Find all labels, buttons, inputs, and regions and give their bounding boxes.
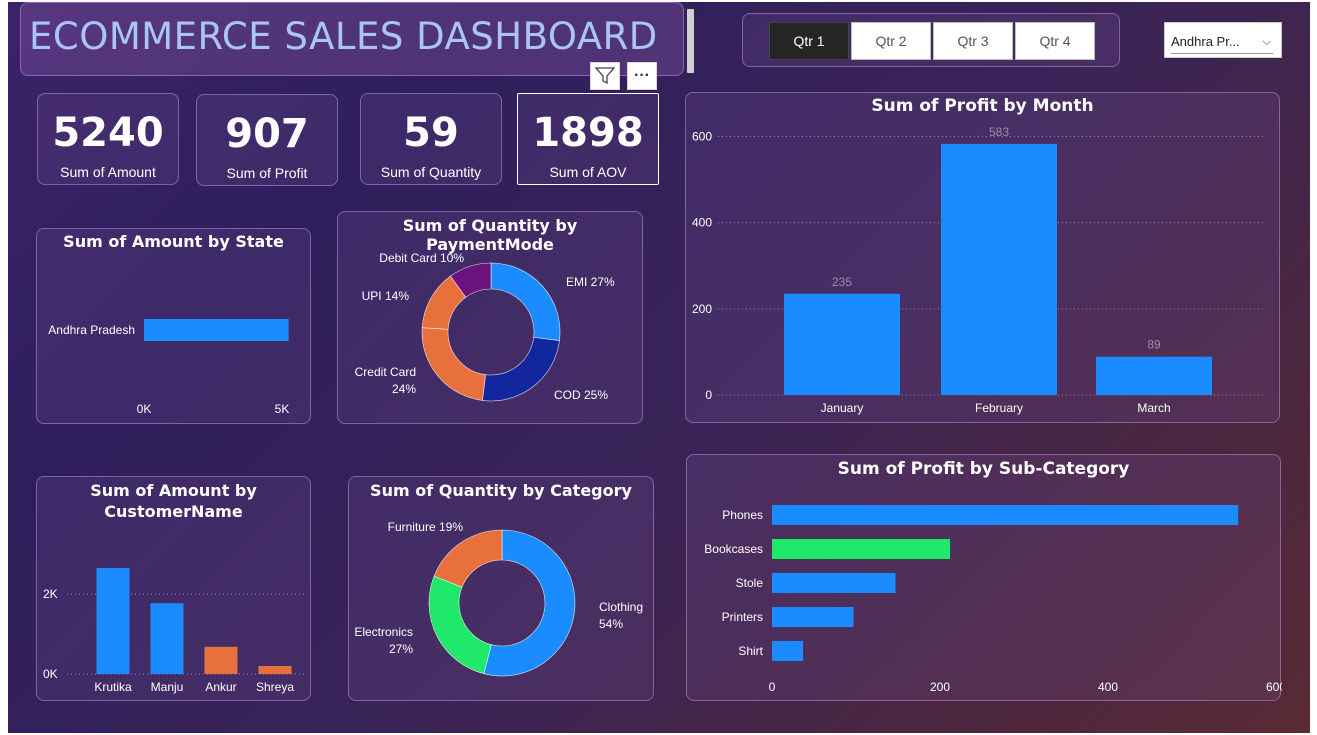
x-tick-label: 600 bbox=[1266, 680, 1282, 694]
bar bbox=[772, 539, 951, 559]
category-label: Bookcases bbox=[704, 542, 763, 556]
data-label: 583 bbox=[989, 125, 1009, 139]
x-tick-label: 0 bbox=[769, 680, 776, 694]
chart-qty-by-category[interactable]: Sum of Quantity by Category Clothing 54% E… bbox=[348, 476, 654, 701]
kpi-card-quantity[interactable]: 59 Sum of Quantity bbox=[360, 93, 502, 185]
category-label: Phones bbox=[722, 508, 763, 522]
x-tick-label: March bbox=[1137, 401, 1170, 415]
pie-slice bbox=[433, 529, 503, 588]
pie-slice bbox=[482, 337, 560, 402]
slice-label: EMI 27% bbox=[566, 275, 615, 289]
qtr-1-button[interactable]: Qtr 1 bbox=[769, 22, 849, 60]
bar bbox=[144, 319, 289, 341]
pie-slice bbox=[421, 327, 486, 401]
bar bbox=[784, 293, 900, 395]
chart-amount-by-state[interactable]: Sum of Amount by State Andhra Pradesh 0K 5… bbox=[36, 228, 311, 424]
bar bbox=[150, 603, 184, 674]
qtr-2-button[interactable]: Qtr 2 bbox=[851, 22, 931, 60]
slice-label: Furniture 19% bbox=[388, 520, 464, 534]
data-label: 89 bbox=[1147, 338, 1161, 352]
kpi-value: 5240 bbox=[52, 110, 164, 156]
slice-label: Debit Card 10% bbox=[379, 251, 464, 265]
pie-slice bbox=[428, 575, 492, 675]
bar bbox=[772, 641, 804, 661]
chart-plot: Phones Bookcases Stole Printers Shirt 0 200 400… bbox=[704, 505, 1282, 694]
kpi-card-amount[interactable]: 5240 Sum of Amount bbox=[37, 93, 179, 185]
category-label: Stole bbox=[736, 576, 764, 590]
y-tick-label: 2K bbox=[43, 587, 58, 601]
bar bbox=[772, 573, 896, 593]
y-tick-label: 400 bbox=[692, 216, 712, 230]
tick-label: 0K bbox=[137, 402, 152, 416]
bar bbox=[258, 666, 292, 674]
x-tick-label: Ankur bbox=[205, 680, 236, 694]
slice-label: Clothing bbox=[599, 600, 643, 614]
bar bbox=[772, 607, 854, 627]
quarter-slicer: Qtr 1 Qtr 2 Qtr 3 Qtr 4 bbox=[742, 13, 1120, 67]
pie-slice bbox=[490, 262, 561, 341]
state-dropdown[interactable]: Andhra Pr... ⌵ bbox=[1164, 22, 1282, 58]
bar bbox=[1096, 356, 1212, 395]
x-tick-label: Shreya bbox=[256, 680, 294, 694]
kpi-value: 907 bbox=[225, 111, 309, 157]
state-dropdown-field: Andhra Pr... ⌵ bbox=[1171, 34, 1273, 54]
slice-label: Electronics bbox=[354, 625, 413, 639]
tick-label: 5K bbox=[275, 402, 290, 416]
page-title: ECOMMERCE SALES DASHBOARD bbox=[29, 15, 658, 58]
y-tick-label: 0K bbox=[43, 667, 58, 681]
category-label: Andhra Pradesh bbox=[48, 323, 135, 337]
kpi-label: Sum of AOV bbox=[549, 164, 627, 180]
x-tick-label: Krutika bbox=[94, 680, 132, 694]
kpi-value: 1898 bbox=[532, 110, 644, 156]
y-tick-label: 200 bbox=[692, 302, 712, 316]
dashboard-canvas: ECOMMERCE SALES DASHBOARD ··· Qtr 1 Qtr … bbox=[8, 2, 1310, 733]
more-options-icon[interactable]: ··· bbox=[627, 62, 657, 90]
qtr-3-button[interactable]: Qtr 3 bbox=[933, 22, 1013, 60]
chart-qty-by-paymentmode[interactable]: Sum of Quantity by PaymentMode EMI 27% CO… bbox=[337, 211, 643, 424]
x-tick-label: January bbox=[821, 401, 864, 415]
slice-label: 54% bbox=[599, 617, 623, 631]
kpi-label: Sum of Profit bbox=[226, 165, 308, 181]
chart-plot: Andhra Pradesh 0K 5K bbox=[48, 319, 290, 416]
slice-label: UPI 14% bbox=[362, 289, 410, 303]
title-banner: ECOMMERCE SALES DASHBOARD bbox=[20, 2, 694, 76]
data-label: 235 bbox=[832, 275, 852, 289]
kpi-label: Sum of Amount bbox=[60, 164, 156, 180]
kpi-value: 59 bbox=[403, 110, 459, 156]
chevron-down-icon: ⌵ bbox=[1262, 36, 1271, 48]
chart-profit-by-subcategory[interactable]: Sum of Profit by Sub-Category Phones Book… bbox=[686, 454, 1282, 701]
slice-label: Credit Card bbox=[355, 365, 416, 379]
scrollbar-thumb[interactable] bbox=[687, 9, 694, 73]
x-tick-label: Manju bbox=[151, 680, 184, 694]
slice-label: 24% bbox=[392, 382, 416, 396]
qtr-4-button[interactable]: Qtr 4 bbox=[1015, 22, 1095, 60]
state-dropdown-value: Andhra Pr... bbox=[1171, 34, 1240, 49]
filter-icon[interactable] bbox=[590, 62, 620, 90]
slice-label: COD 25% bbox=[554, 388, 608, 402]
y-tick-label: 600 bbox=[692, 130, 712, 144]
chart-plot: 0 200 400 600 235 January 583 February 89 March bbox=[692, 125, 1266, 415]
bar bbox=[204, 646, 238, 674]
kpi-card-aov[interactable]: 1898 Sum of AOV bbox=[517, 93, 659, 185]
chart-plot: 0K 2K Krutika Manju Ankur Shreya bbox=[43, 568, 307, 694]
kpi-label: Sum of Quantity bbox=[380, 164, 482, 180]
chart-amount-by-customer[interactable]: Sum of Amount by CustomerName 0K 2K Krutik… bbox=[36, 476, 311, 701]
category-label: Shirt bbox=[738, 644, 763, 658]
chart-plot: EMI 27% COD 25% Credit Card 24% UPI 14% Debit… bbox=[355, 251, 615, 402]
kpi-card-profit[interactable]: 907 Sum of Profit bbox=[196, 94, 338, 186]
category-label: Printers bbox=[722, 610, 763, 624]
y-tick-label: 0 bbox=[705, 388, 712, 402]
bar bbox=[941, 143, 1057, 395]
bar bbox=[96, 568, 130, 674]
chart-profit-by-month[interactable]: Sum of Profit by Month 0 200 400 600 235 Janu… bbox=[685, 92, 1280, 423]
chart-plot: Clothing 54% Electronics 27% Furniture 19% bbox=[354, 520, 643, 677]
slice-label: 27% bbox=[389, 642, 413, 656]
x-tick-label: 400 bbox=[1098, 680, 1118, 694]
bar bbox=[772, 505, 1239, 525]
x-tick-label: February bbox=[975, 401, 1023, 415]
x-tick-label: 200 bbox=[930, 680, 950, 694]
